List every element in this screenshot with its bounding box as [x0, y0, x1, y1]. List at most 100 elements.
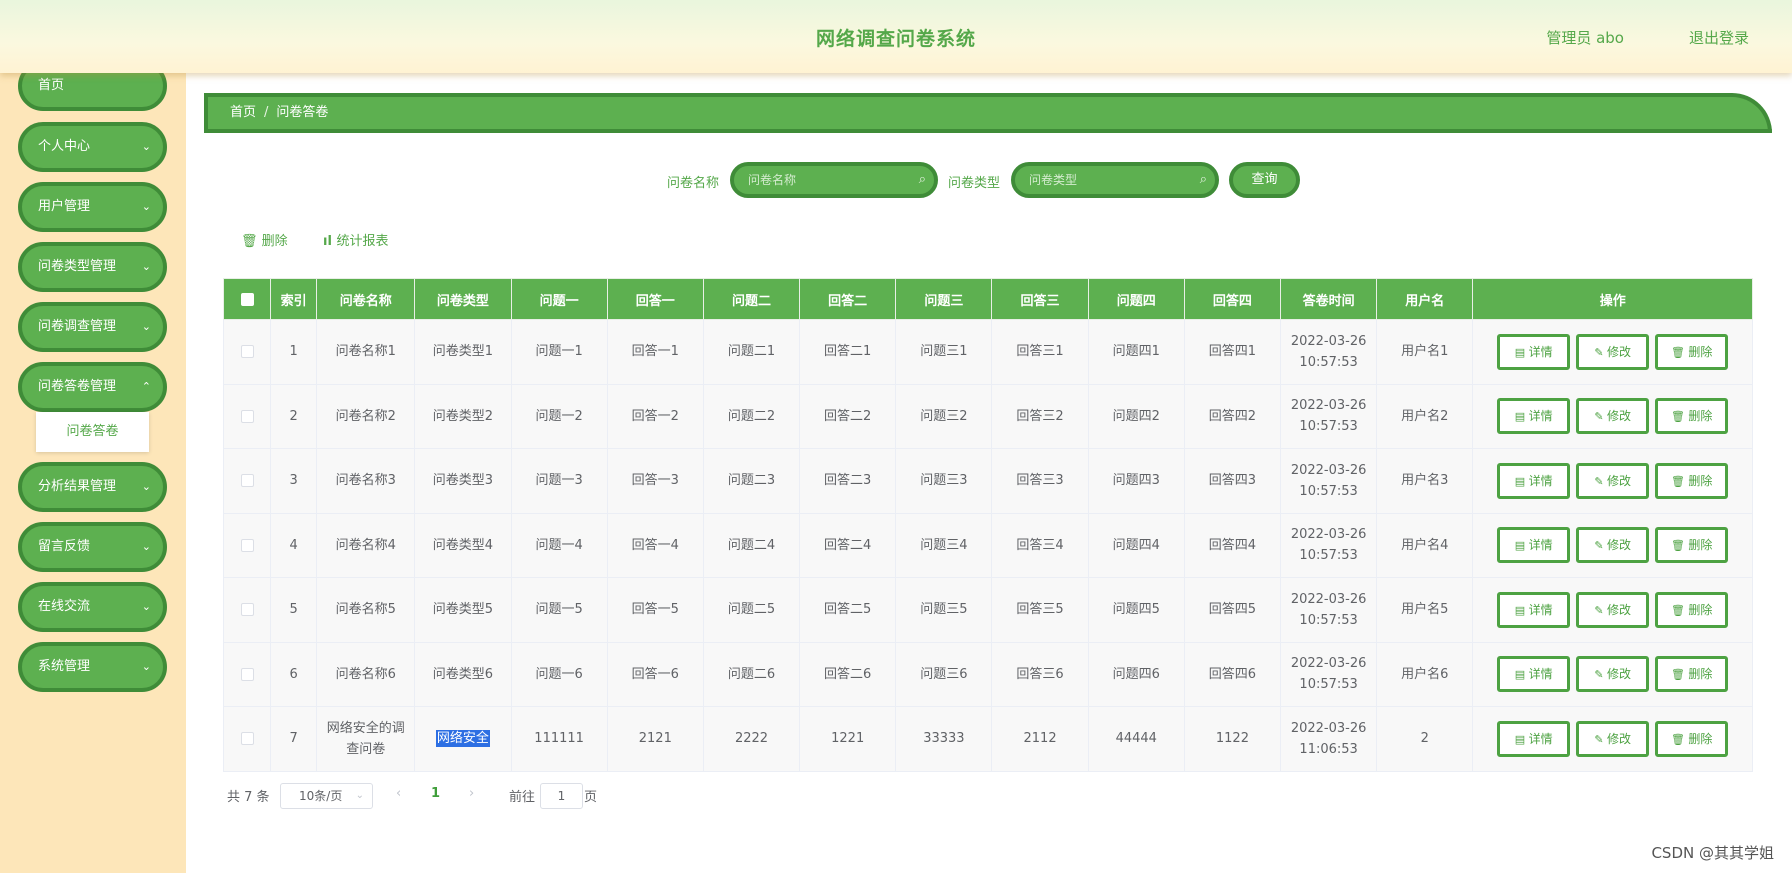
bulk-delete-button[interactable]: 🗑 删除: [241, 230, 288, 249]
row-select-cell[interactable]: [222, 641, 272, 707]
delete-button[interactable]: 🗑 删除: [1655, 462, 1729, 499]
table-cell: 回答四5: [1183, 577, 1282, 643]
type-search-input[interactable]: 问卷类型 ⌕: [1011, 162, 1219, 198]
row-select-cell[interactable]: [222, 706, 272, 772]
actions-cell: ▤ 详情 ✎ 修改 🗑 删除: [1472, 512, 1753, 578]
detail-button[interactable]: ▤ 详情: [1497, 462, 1571, 499]
delete-button[interactable]: 🗑 删除: [1655, 591, 1729, 628]
row-checkbox[interactable]: [240, 667, 254, 681]
edit-button[interactable]: ✎ 修改: [1576, 527, 1650, 564]
page-size-select[interactable]: 10条/页 ⌄: [280, 783, 373, 809]
sidebar-item-users[interactable]: 用户管理 ⌄: [18, 182, 167, 232]
edit-button[interactable]: ✎ 修改: [1576, 656, 1650, 693]
table-cell: 问卷名称6: [316, 641, 416, 707]
app-title: 网络调查问卷系统: [815, 28, 976, 50]
row-checkbox[interactable]: [240, 474, 254, 488]
current-page[interactable]: 1: [431, 786, 440, 801]
cell-text: 问题一1: [535, 344, 583, 360]
select-all-checkbox[interactable]: [240, 292, 254, 306]
row-checkbox[interactable]: [240, 538, 254, 552]
edit-button[interactable]: ✎ 修改: [1576, 333, 1650, 370]
top-header: 网络调查问卷系统 管理员 abo 退出登录: [0, 0, 1792, 73]
cell-text: 问题三5: [920, 602, 968, 618]
cell-text: 33333: [923, 731, 965, 747]
column-header: 用户名: [1376, 278, 1474, 320]
delete-button[interactable]: 🗑 删除: [1655, 720, 1729, 757]
next-page-button[interactable]: ›: [469, 786, 474, 801]
row-select-cell[interactable]: [222, 512, 272, 578]
edit-button[interactable]: ✎ 修改: [1576, 591, 1650, 628]
table-cell: 回答一4: [606, 512, 704, 578]
name-search-input[interactable]: 问卷名称 ⌕: [730, 162, 938, 198]
edit-button[interactable]: ✎ 修改: [1576, 720, 1650, 757]
table-cell: 回答四3: [1183, 448, 1282, 514]
cell-text: 问题一4: [535, 537, 583, 553]
delete-button[interactable]: 🗑 删除: [1655, 527, 1729, 564]
table-cell: 问题二1: [702, 319, 801, 385]
row-checkbox[interactable]: [240, 732, 254, 746]
actions-cell: ▤ 详情 ✎ 修改 🗑 删除: [1472, 577, 1753, 643]
detail-button[interactable]: ▤ 详情: [1497, 398, 1571, 435]
cell-text: 用户名1: [1401, 344, 1449, 360]
delete-button[interactable]: 🗑 删除: [1655, 398, 1729, 435]
cell-text: 6: [289, 666, 298, 682]
sidebar-item-system[interactable]: 系统管理 ⌄: [18, 642, 167, 692]
cell-text: 问卷类型3: [432, 473, 494, 489]
row-checkbox[interactable]: [240, 409, 254, 423]
row-select-cell[interactable]: [222, 448, 272, 514]
breadcrumb-home[interactable]: 首页: [230, 105, 256, 120]
detail-button[interactable]: ▤ 详情: [1497, 656, 1571, 693]
select-all-cell[interactable]: [222, 278, 272, 320]
sidebar-item-feedback[interactable]: 留言反馈 ⌄: [18, 522, 167, 572]
row-select-cell[interactable]: [222, 383, 272, 449]
query-button[interactable]: 查询: [1229, 162, 1300, 198]
detail-button[interactable]: ▤ 详情: [1497, 333, 1571, 370]
cell-text: 问题二4: [727, 537, 776, 553]
sidebar-item-analysis[interactable]: 分析结果管理 ⌄: [18, 462, 167, 512]
detail-button[interactable]: ▤ 详情: [1497, 591, 1571, 628]
submenu-item-answers[interactable]: 问卷答卷: [36, 412, 149, 452]
chevron-down-icon: ⌄: [141, 480, 151, 493]
detail-button[interactable]: ▤ 详情: [1497, 527, 1571, 564]
row-select-cell[interactable]: [222, 577, 272, 643]
detail-button[interactable]: ▤ 详情: [1497, 720, 1571, 757]
trash-icon: 🗑: [1670, 668, 1689, 682]
table-cell: 2022-03-26 11:06:53: [1280, 706, 1378, 772]
delete-button[interactable]: 🗑 删除: [1655, 656, 1729, 693]
cell-text: 问题二6: [727, 666, 776, 682]
sidebar-item-personal[interactable]: 个人中心 ⌄: [18, 122, 167, 172]
table-cell: 问题三6: [895, 641, 993, 707]
edit-button-label: 修改: [1607, 667, 1632, 682]
table-cell: 问题二6: [702, 641, 801, 707]
table-cell: 1221: [799, 706, 897, 772]
goto-page-input[interactable]: 1: [540, 783, 583, 809]
delete-button[interactable]: 🗑 删除: [1655, 333, 1729, 370]
actions-cell: ▤ 详情 ✎ 修改 🗑 删除: [1472, 383, 1753, 449]
cell-text: 用户名6: [1401, 666, 1449, 682]
delete-button-label: 删除: [1688, 409, 1713, 424]
table-row: 6 问卷名称6 问卷类型6 问题一6 回答一6 问题二6 回答二6 问题三6 回答三6 问题四6 回…: [222, 641, 1753, 707]
delete-button-label: 删除: [1688, 731, 1713, 746]
prev-page-button[interactable]: ‹: [396, 786, 401, 801]
sidebar-item-answers[interactable]: 问卷答卷管理 ⌃: [18, 362, 167, 412]
cell-text: 用户名3: [1401, 473, 1449, 489]
row-select-cell[interactable]: [222, 319, 272, 385]
table-cell: 问题二2: [702, 383, 801, 449]
report-button[interactable]: ıl 统计报表: [323, 230, 388, 249]
column-header: 操作: [1472, 278, 1753, 320]
column-header: 问题一: [510, 278, 608, 320]
edit-button[interactable]: ✎ 修改: [1576, 398, 1650, 435]
row-checkbox[interactable]: [240, 603, 254, 617]
cell-text: 2: [289, 408, 298, 424]
table-cell: 2112: [991, 706, 1089, 772]
sidebar-item-label: 问卷答卷管理: [38, 379, 117, 394]
table-cell: 回答二5: [799, 577, 897, 643]
sidebar-item-surveys[interactable]: 问卷调查管理 ⌄: [18, 302, 167, 352]
cell-text: 回答二6: [824, 666, 872, 682]
logout-link[interactable]: 退出登录: [1689, 27, 1749, 48]
table-cell: 问题一3: [510, 448, 608, 514]
row-checkbox[interactable]: [240, 345, 254, 359]
sidebar-item-chat[interactable]: 在线交流 ⌄: [18, 582, 167, 632]
sidebar-item-survey-types[interactable]: 问卷类型管理 ⌄: [18, 242, 167, 292]
edit-button[interactable]: ✎ 修改: [1576, 462, 1650, 499]
